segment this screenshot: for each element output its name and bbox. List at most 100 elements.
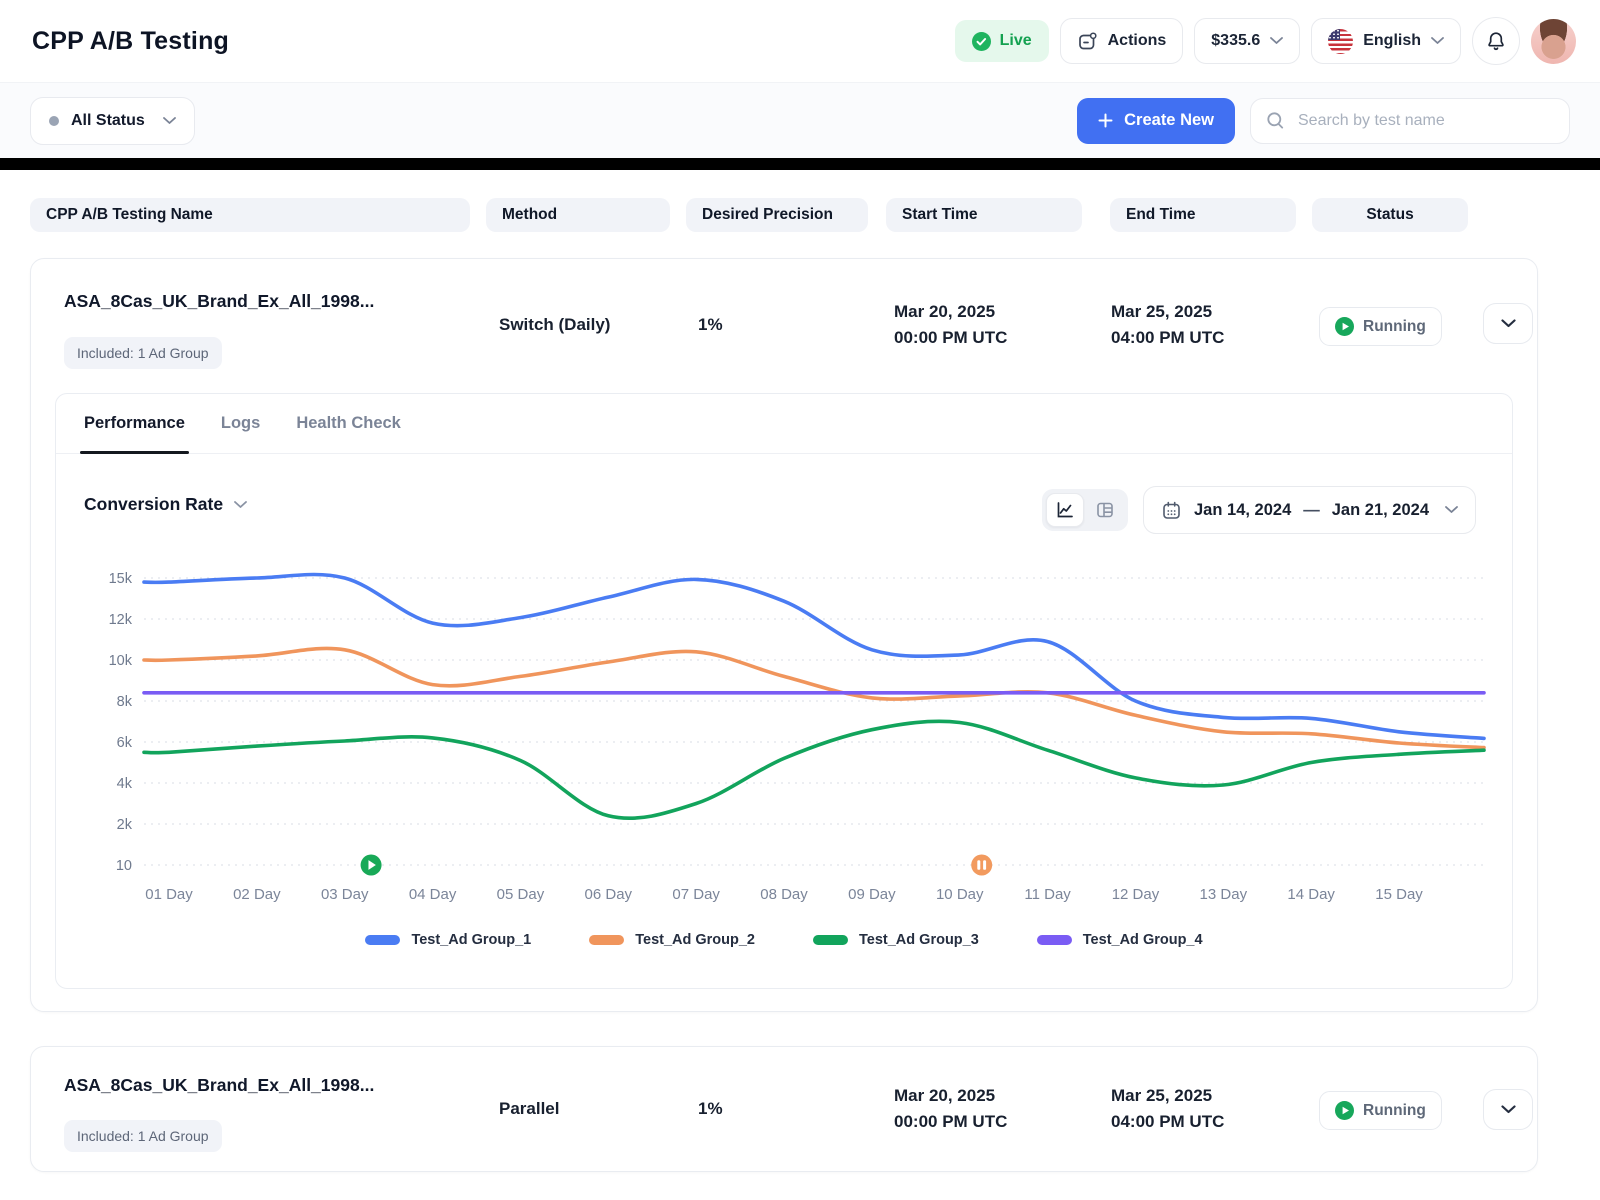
legend-item-test-ad-group-2[interactable]: Test_Ad Group_2 [589,932,755,948]
expand-row-button[interactable] [1483,1089,1533,1130]
actions-button[interactable]: Actions [1060,18,1184,64]
y-axis-label: 10 [116,858,132,874]
pause-glyph [983,860,986,870]
x-axis-label: 13 Day [1200,886,1248,903]
table-view-button[interactable] [1086,493,1124,527]
legend-swatch [813,935,848,945]
end-date: Mar 25, 2025 [1111,1083,1224,1109]
start-date: Mar 20, 2025 [894,299,1007,325]
status-filter-dropdown[interactable]: All Status [30,97,195,145]
play-circle-icon [1335,1101,1354,1120]
search-box [1250,98,1570,144]
chevron-down-icon [234,501,247,509]
balance-value: $335.6 [1211,32,1260,50]
tab-logs[interactable]: Logs [221,394,260,453]
status-label: Running [1363,318,1426,336]
series-line-test-ad-group-3 [144,721,1484,818]
live-status-badge: Live [955,20,1049,62]
x-axis-label: 07 Day [672,886,720,903]
column-header-start-time: Start Time [886,198,1082,232]
series-line-test-ad-group-1 [144,575,1484,739]
create-new-label: Create New [1124,111,1214,130]
status-badge: Running [1319,1091,1442,1130]
detail-tabs: Performance Logs Health Check [56,394,1512,454]
top-bar-actions: Live Actions $335.6 English [955,17,1576,65]
legend-label: Test_Ad Group_4 [1083,932,1203,948]
legend-label: Test_Ad Group_3 [859,932,979,948]
x-axis-label: 04 Day [409,886,457,903]
test-name: ASA_8Cas_UK_Brand_Ex_All_1998... [64,291,374,312]
series-line-test-ad-group-2 [144,648,1484,747]
legend-item-test-ad-group-3[interactable]: Test_Ad Group_3 [813,932,979,948]
y-axis-label: 12k [109,612,133,628]
legend-swatch [589,935,624,945]
survey-icon [1077,31,1098,52]
date-range-end: Jan 21, 2024 [1332,501,1429,520]
create-new-button[interactable]: Create New [1077,98,1235,144]
legend-label: Test_Ad Group_1 [411,932,531,948]
language-dropdown[interactable]: English [1311,18,1461,64]
balance-dropdown[interactable]: $335.6 [1194,18,1300,64]
desired-precision-value: 1% [698,1099,723,1119]
search-input[interactable] [1296,111,1554,131]
end-time-value: Mar 25, 2025 04:00 PM UTC [1111,1083,1224,1135]
column-header-cpp-a-b-testing-name: CPP A/B Testing Name [30,198,470,232]
y-axis-label: 4k [117,776,133,792]
column-header-desired-precision: Desired Precision [686,198,868,232]
performance-chart-svg: 15k12k10k8k6k4k2k1001 Day02 Day03 Day04 … [86,544,1494,912]
pause-glyph [977,860,980,870]
y-axis-label: 2k [117,817,133,833]
x-axis-label: 08 Day [760,886,808,903]
status-label: Running [1363,1102,1426,1120]
calendar-icon [1161,500,1182,521]
end-time: 04:00 PM UTC [1111,1109,1224,1135]
cpp-ab-testing-page: CPP A/B Testing Live Actions $335.6 [0,0,1600,1200]
x-axis-label: 14 Day [1287,886,1335,903]
collapse-row-button[interactable] [1483,303,1533,344]
language-label: English [1363,32,1421,50]
status-dot-icon [49,116,59,126]
test-row-card-2: ASA_8Cas_UK_Brand_Ex_All_1998... Include… [30,1046,1538,1172]
included-ad-group-badge: Included: 1 Ad Group [64,1120,222,1152]
tab-health-check[interactable]: Health Check [296,394,401,453]
chevron-down-icon [1270,37,1283,45]
x-axis-label: 11 Day [1024,886,1071,903]
legend-swatch [1037,935,1072,945]
test-name: ASA_8Cas_UK_Brand_Ex_All_1998... [64,1075,374,1096]
legend-item-test-ad-group-4[interactable]: Test_Ad Group_4 [1037,932,1203,948]
us-flag-icon [1328,29,1353,54]
live-label: Live [1000,32,1032,50]
start-time: 00:00 PM UTC [894,1109,1007,1135]
search-icon [1266,111,1285,130]
legend-swatch [365,935,400,945]
filter-bar: All Status Create New [0,83,1600,158]
x-axis-label: 15 Day [1375,886,1423,903]
date-range-start: Jan 14, 2024 [1194,501,1291,520]
notifications-button[interactable] [1472,17,1520,65]
end-time: 04:00 PM UTC [1111,325,1224,351]
date-range-picker[interactable]: Jan 14, 2024 — Jan 21, 2024 [1143,486,1476,534]
line-chart-view-button[interactable] [1046,493,1084,527]
y-axis-label: 10k [109,653,133,669]
column-header-end-time: End Time [1110,198,1296,232]
start-date: Mar 20, 2025 [894,1083,1007,1109]
method-value: Switch (Daily) [499,315,610,335]
x-axis-label: 02 Day [233,886,281,903]
table-header-row: CPP A/B Testing Name Method Desired Precis… [30,198,1570,232]
x-axis-label: 03 Day [321,886,369,903]
metric-selector-dropdown[interactable]: Conversion Rate [84,494,247,515]
event-marker-pause-icon[interactable] [971,855,992,876]
x-axis-label: 09 Day [848,886,896,903]
x-axis-label: 01 Day [145,886,193,903]
end-time-value: Mar 25, 2025 04:00 PM UTC [1111,299,1224,351]
legend-label: Test_Ad Group_2 [635,932,755,948]
legend-item-test-ad-group-1[interactable]: Test_Ad Group_1 [365,932,531,948]
column-header-method: Method [486,198,670,232]
y-axis-label: 15k [109,571,133,587]
chart-legend: Test_Ad Group_1 Test_Ad Group_2 Test_Ad Gr… [56,932,1512,948]
black-divider [0,158,1600,170]
tab-performance[interactable]: Performance [84,394,185,453]
status-filter-label: All Status [71,112,145,130]
status-badge: Running [1319,307,1442,346]
user-avatar[interactable] [1531,19,1576,64]
